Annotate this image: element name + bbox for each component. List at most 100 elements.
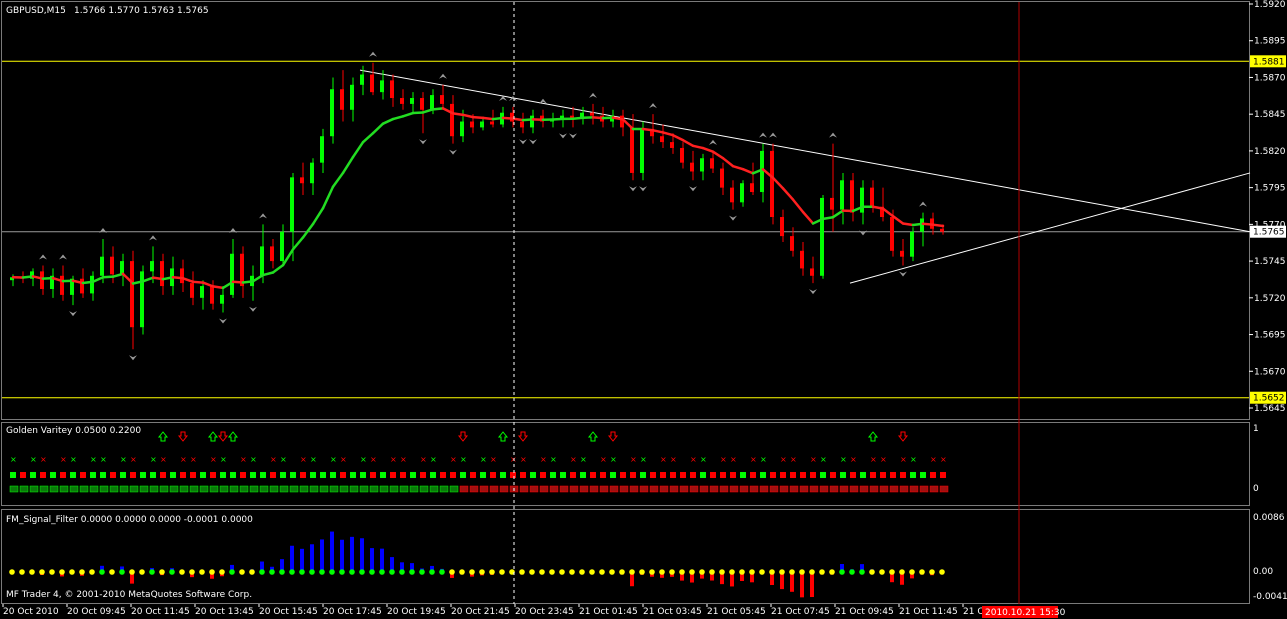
signal-dot [769,569,775,575]
state-square [880,472,886,478]
candle-body [210,286,214,304]
candle-body [320,136,324,163]
signal-dot [899,569,905,575]
state-square [800,472,806,478]
moving-average-segment [481,116,495,121]
state-bar-square [489,485,499,493]
candle-body [530,115,534,128]
candle-body [900,250,904,257]
state-bar-square [269,485,279,493]
signal-dot [229,569,235,575]
candle-body [200,286,204,298]
candle-body [100,256,104,276]
signal-dot [129,569,135,575]
signal-dot [59,569,65,575]
time-axis-label: 21 C [963,607,984,617]
state-square [220,472,226,478]
state-square [390,472,396,478]
state-square [10,472,16,478]
state-cross-mark: × [250,455,257,464]
candle-body [280,231,284,262]
state-square [660,472,666,478]
signal-dot [879,569,885,575]
candle-body [430,95,434,110]
candle-body [80,278,84,294]
time-axis-label: 21 Oct 03:45 [643,607,702,617]
state-bar-square [379,485,389,493]
signal-dot [909,569,915,575]
candle-body [130,261,134,328]
candle-body [680,147,684,163]
state-cross-mark: × [760,455,767,464]
state-square [710,472,716,478]
candle-body [160,261,164,287]
state-cross-mark: × [520,455,527,464]
state-square [30,472,36,478]
price-tick-label: 1.5720 [1254,294,1286,304]
signal-dot [69,569,75,575]
moving-average-segment [901,222,915,227]
state-bar-square [899,485,909,493]
state-square [810,472,816,478]
candle-body [590,112,594,116]
signal-dot [789,569,795,575]
state-cross-mark: × [90,455,97,464]
candle-body [740,183,744,203]
signal-dot [189,569,195,575]
state-bar-square [569,485,579,493]
candle-body [360,74,364,85]
candle-body [300,177,304,184]
bear-candle [770,143,774,225]
candle-body [690,162,694,172]
signal-dot [519,569,525,575]
state-bar-square [339,485,349,493]
state-cross-mark: × [750,455,757,464]
moving-average-segment [21,275,35,279]
signal-dot [289,569,295,575]
ohlc-text: 1.5766 1.5770 1.5763 1.5765 [74,6,209,16]
trading-chart[interactable]: × × × × × × × × × × × × × × × × × × × × × × × × × × × × × × × × × × × × × × × ×… [0,0,1287,619]
state-square [640,472,646,478]
signal-dot [49,569,55,575]
state-cross-mark: × [510,455,517,464]
moving-average-segment [171,275,185,280]
state-cross-mark: × [430,455,437,464]
candle-body [640,128,644,173]
state-square [430,472,436,478]
state-bar-square [159,485,169,493]
state-cross-mark: × [480,455,487,464]
candle-body [830,197,834,210]
signal-dot [249,569,255,575]
time-axis-label: 20 Oct 23:45 [515,607,574,617]
signal-dot [279,569,285,575]
state-cross-mark: × [280,455,287,464]
moving-average-segment [241,280,255,284]
signal-dot [929,569,935,575]
state-bar-square [549,485,559,493]
moving-average-segment [921,222,935,226]
signal-dot [859,569,865,575]
candle-body [440,95,444,104]
state-bar-square [859,485,869,493]
indicator1-axis-bottom: 0 [1253,484,1259,494]
candle-body [410,98,414,104]
candle-body [840,180,844,210]
state-bar-square [809,485,819,493]
state-square [60,472,66,478]
candle-body [700,158,704,172]
state-bar-square [909,485,919,493]
state-cross-mark: × [310,455,317,464]
candle-body [260,246,264,276]
state-square [180,472,186,478]
time-axis-label: 20 Oct 09:45 [67,607,126,617]
state-bar-square [479,485,489,493]
candle-body [750,183,754,193]
signal-dot [699,569,705,575]
price-tick-label: 1.5670 [1254,367,1286,377]
state-square [650,472,656,478]
state-square [290,472,296,478]
state-cross-mark: × [660,455,667,464]
state-bar-square [399,485,409,493]
signal-dot [849,569,855,575]
state-cross-mark: × [580,455,587,464]
